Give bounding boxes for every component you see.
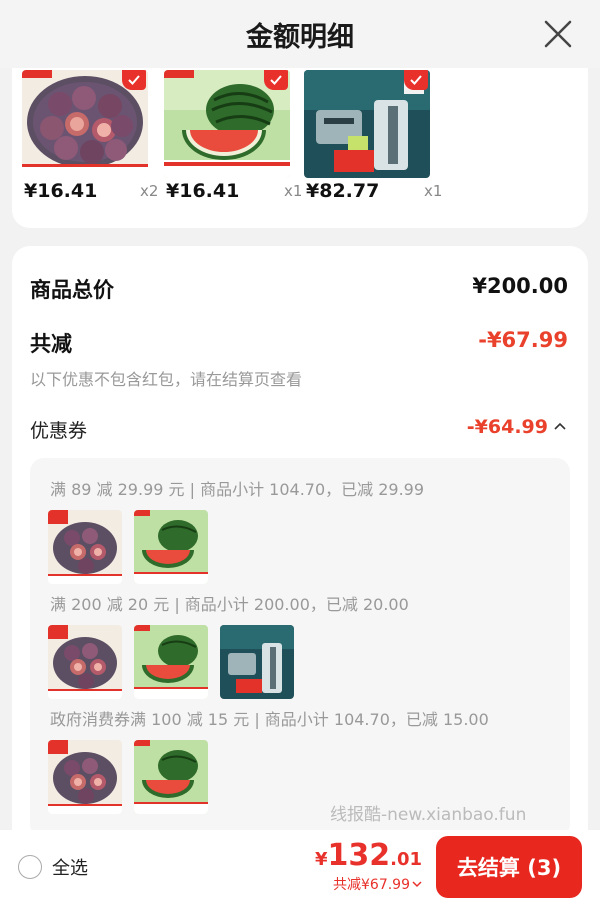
total-value: ¥200.00 [472,274,568,298]
razor-thumbnail [220,625,294,699]
coupon-group-text: 满 89 减 29.99 元 | 商品小计 104.70，已减 29.99 [50,480,425,499]
watermark-text: 线报酷-new.xianbao.fun [330,805,527,825]
check-icon [404,70,428,90]
checkout-button[interactable]: 去结算 (3) [436,836,582,898]
product-item-fig[interactable]: ¥16.41 x2 [22,70,158,202]
coupon-label: 优惠券 [30,420,88,442]
watermelon-thumbnail [134,625,208,699]
product-qty: x2 [140,182,159,200]
select-all-label: 全选 [52,858,88,879]
reduce-value: -¥67.99 [478,328,568,352]
close-button[interactable] [540,16,576,52]
product-item-razor[interactable]: ¥82.77 x1 [304,70,442,202]
product-qty: x1 [284,182,303,200]
product-price: ¥16.41 [24,180,98,202]
fig-product-image [22,70,148,178]
price-decimal: .01 [390,849,422,870]
checkout-bar: 全选 ¥132.01 共减¥67.99 去结算 (3) [0,830,600,905]
check-icon [264,70,288,90]
coupon-group-text: 政府消费券满 100 减 15 元 | 商品小计 104.70，已减 15.00 [50,710,489,729]
header: 金额明细 [0,0,600,68]
close-icon [544,20,572,48]
total-price: ¥132.01 [315,838,422,873]
watermelon-thumbnail [134,510,208,584]
product-price: ¥16.41 [166,180,240,202]
check-icon [122,70,146,90]
reduce-label: 共减 [30,332,72,356]
product-strip: ¥16.41 x2 ¥16.41 x1 ¥82.77 x1 [12,68,588,228]
total-label: 商品总价 [30,278,114,302]
coupon-detail-box: 满 89 减 29.99 元 | 商品小计 104.70，已减 29.99 满 … [30,458,570,838]
page-title: 金额明细 [246,21,354,53]
saved-amount: 共减¥67.99 [333,877,410,893]
product-qty: x1 [424,182,443,200]
product-price: ¥82.77 [306,180,380,202]
fig-thumbnail [48,510,122,584]
fig-thumbnail [48,740,122,814]
saved-detail-toggle[interactable]: 共减¥67.99 [333,874,422,894]
watermelon-thumbnail [134,740,208,814]
fig-thumbnail [48,625,122,699]
select-all-toggle[interactable]: 全选 [18,854,88,880]
watermelon-product-image [164,70,290,178]
radio-icon [18,855,42,879]
coupon-group-text: 满 200 减 20 元 | 商品小计 200.00，已减 20.00 [50,595,409,614]
chevron-up-icon [554,422,566,430]
product-item-watermelon[interactable]: ¥16.41 x1 [164,70,302,202]
price-currency: ¥ [314,849,328,870]
discount-note: 以下优惠不包含红包，请在结算页查看 [30,370,303,389]
coupon-value: -¥64.99 [466,416,548,438]
price-summary-card: 商品总价 ¥200.00 共减 -¥67.99 以下优惠不包含红包，请在结算页查… [12,246,588,846]
chevron-down-icon [412,881,422,888]
coupon-toggle[interactable]: -¥64.99 [467,416,566,438]
razor-product-image [304,70,430,178]
price-integer: 132 [327,838,391,873]
